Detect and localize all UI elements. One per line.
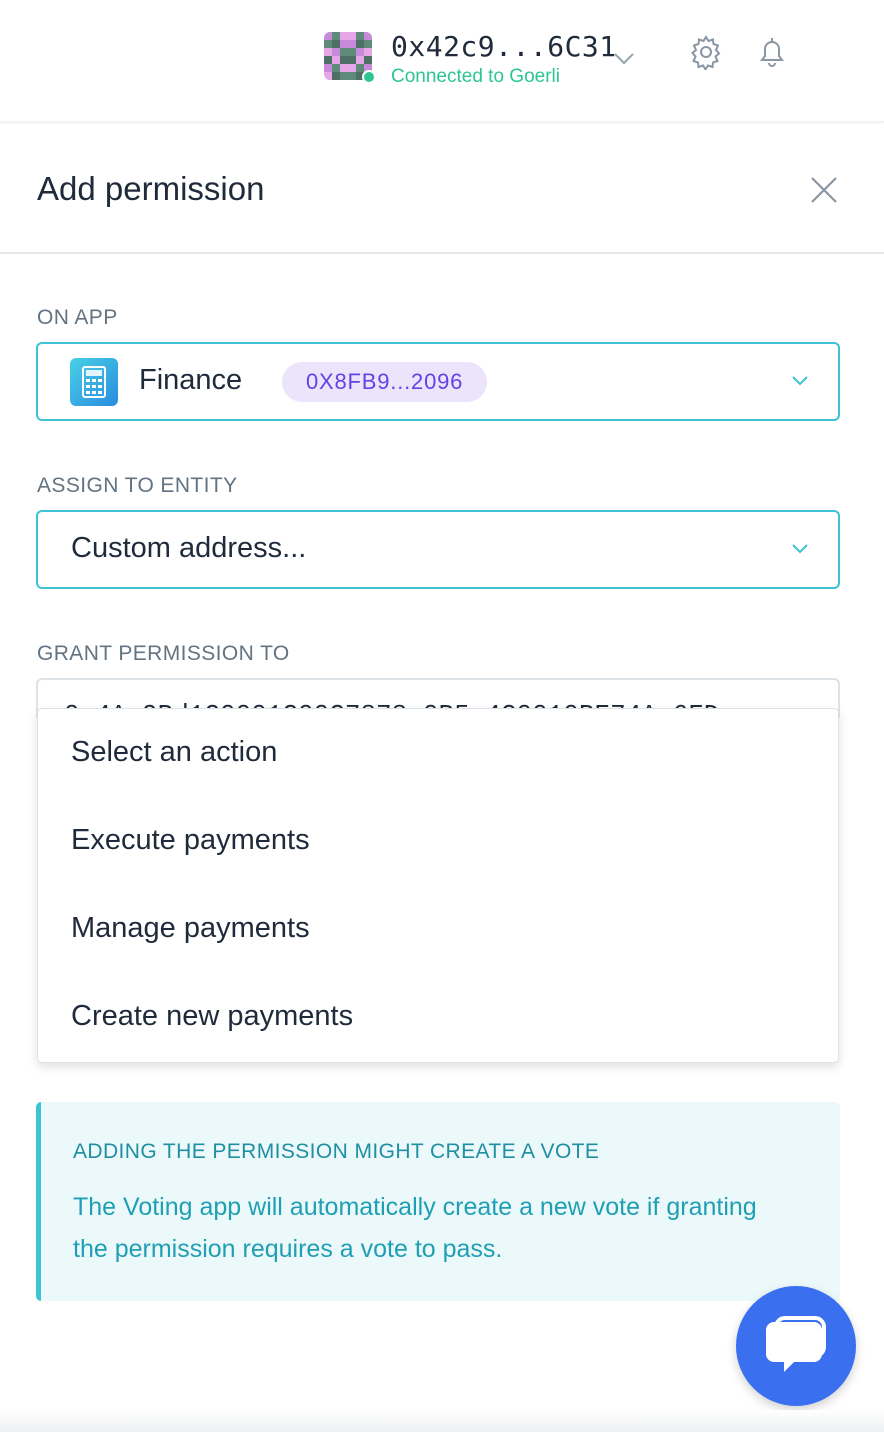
chat-button[interactable] bbox=[736, 1286, 856, 1406]
assign-to-entity-value: Custom address... bbox=[71, 532, 307, 564]
option-label: Manage payments bbox=[71, 912, 310, 944]
dropdown-option-manage-payments[interactable]: Manage payments bbox=[38, 885, 838, 973]
option-label: Create new payments bbox=[71, 1000, 354, 1032]
identicon-cell bbox=[364, 56, 372, 64]
calculator-icon bbox=[70, 358, 118, 406]
identicon-cell bbox=[340, 40, 348, 48]
identicon-cell bbox=[356, 40, 364, 48]
identicon-cell bbox=[324, 48, 332, 56]
option-label: Execute payments bbox=[71, 824, 310, 856]
vote-info-box: ADDING THE PERMISSION MIGHT CREATE A VOT… bbox=[36, 1102, 840, 1301]
panel-header: Add permission bbox=[0, 124, 884, 254]
dropdown-option-select-action[interactable]: Select an action bbox=[38, 709, 838, 797]
app-address-badge: 0X8FB9...2096 bbox=[282, 362, 488, 402]
identicon-cell bbox=[356, 32, 364, 40]
close-icon[interactable] bbox=[806, 172, 842, 208]
identicon-cell bbox=[332, 64, 340, 72]
chat-icon bbox=[766, 1316, 826, 1372]
identicon-cell bbox=[356, 64, 364, 72]
dropdown-option-execute-payments[interactable]: Execute payments bbox=[38, 797, 838, 885]
identicon-cell bbox=[332, 48, 340, 56]
identicon-cell bbox=[324, 40, 332, 48]
identicon-cell bbox=[332, 40, 340, 48]
identicon-cell bbox=[340, 56, 348, 64]
top-bar: 0x42c9...6C31 Connected to Goerli bbox=[0, 0, 884, 122]
identicon-cell bbox=[324, 72, 332, 80]
identicon-cell bbox=[340, 32, 348, 40]
network-status: Connected to Goerli bbox=[391, 66, 560, 87]
account-address: 0x42c9...6C31 bbox=[391, 30, 617, 63]
online-status-dot bbox=[362, 70, 376, 84]
identicon-cell bbox=[340, 72, 348, 80]
identicon-cell bbox=[364, 48, 372, 56]
chevron-down-icon bbox=[792, 544, 808, 554]
identicon-cell bbox=[364, 32, 372, 40]
chevron-down-icon bbox=[614, 53, 634, 65]
identicon-cell bbox=[348, 64, 356, 72]
identicon-cell bbox=[324, 56, 332, 64]
panel-title: Add permission bbox=[37, 170, 265, 207]
add-permission-panel: Add permission ON APP Finance 0X8FB9...2… bbox=[0, 124, 884, 1432]
identicon-cell bbox=[348, 48, 356, 56]
identicon-cell bbox=[324, 64, 332, 72]
identicon-cell bbox=[340, 64, 348, 72]
identicon-cell bbox=[348, 32, 356, 40]
bottom-edge bbox=[0, 1410, 884, 1432]
identicon-cell bbox=[356, 48, 364, 56]
action-dropdown-menu: Select an action Execute payments Manage… bbox=[37, 708, 839, 1063]
bell-icon[interactable] bbox=[754, 34, 790, 70]
identicon-cell bbox=[332, 72, 340, 80]
option-label: Select an action bbox=[71, 736, 278, 768]
identicon-cell bbox=[332, 56, 340, 64]
chevron-down-icon bbox=[792, 376, 808, 386]
on-app-select[interactable]: Finance 0X8FB9...2096 bbox=[36, 342, 840, 421]
assign-to-entity-select[interactable]: Custom address... bbox=[36, 510, 840, 589]
app-name: Finance bbox=[139, 364, 243, 396]
identicon-cell bbox=[340, 48, 348, 56]
identicon-cell bbox=[324, 32, 332, 40]
grant-permission-to-label: GRANT PERMISSION TO bbox=[37, 642, 290, 665]
identicon-cell bbox=[348, 56, 356, 64]
identicon-cell bbox=[348, 40, 356, 48]
account-selector[interactable]: 0x42c9...6C31 Connected to Goerli bbox=[324, 30, 644, 92]
identicon-cell bbox=[348, 72, 356, 80]
identicon-cell bbox=[356, 56, 364, 64]
identicon-cell bbox=[332, 32, 340, 40]
identicon-cell bbox=[364, 40, 372, 48]
gear-icon[interactable] bbox=[688, 34, 724, 70]
assign-to-entity-label: ASSIGN TO ENTITY bbox=[37, 474, 238, 497]
info-title: ADDING THE PERMISSION MIGHT CREATE A VOT… bbox=[73, 1140, 600, 1163]
on-app-label: ON APP bbox=[37, 306, 118, 329]
dropdown-option-create-new-payments[interactable]: Create new payments bbox=[38, 973, 838, 1061]
info-text: The Voting app will automatically create… bbox=[73, 1193, 757, 1263]
